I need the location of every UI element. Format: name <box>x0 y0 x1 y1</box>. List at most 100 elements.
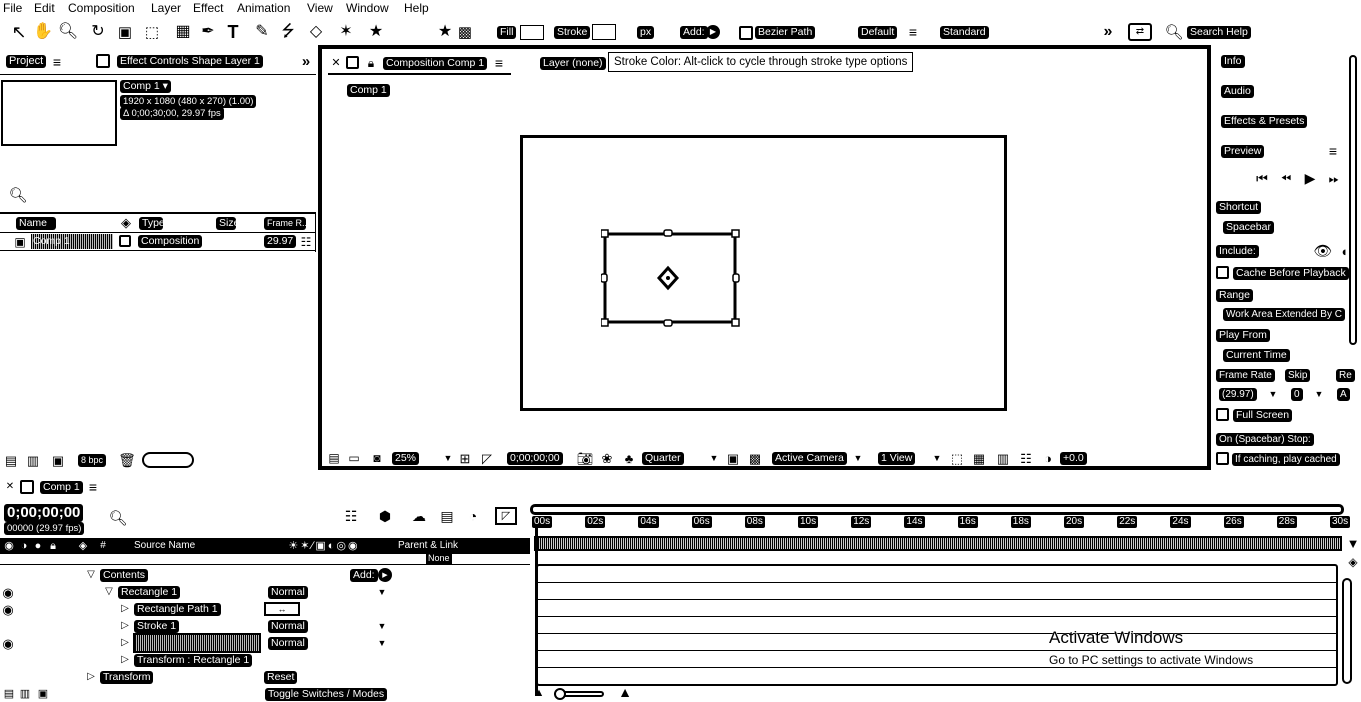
info-panel-tab[interactable]: Info <box>1221 55 1245 68</box>
tab-layer[interactable]: Layer (none) <box>540 57 606 70</box>
bezier-checkbox-icon[interactable] <box>739 26 753 40</box>
menu-help[interactable]: Help <box>404 1 429 15</box>
label-column-icon[interactable]: ◈ <box>76 539 90 553</box>
reset-exposure-icon[interactable]: ◑ <box>1040 450 1056 466</box>
transfer-controls-icon[interactable]: ▥ <box>18 687 32 701</box>
twirl-right-icon[interactable]: ▷ <box>118 619 132 633</box>
blend-mode-chevron-icon[interactable]: ▼ <box>376 619 388 633</box>
workspace-menu-icon[interactable]: ≡ <box>905 24 921 40</box>
audio-toggle-icon[interactable]: ◑ <box>17 539 31 553</box>
lock-icon[interactable]: 🔒︎ <box>364 56 378 70</box>
menu-file[interactable]: File <box>3 1 22 15</box>
source-name-column[interactable]: Source Name <box>134 540 195 551</box>
work-area-bar[interactable] <box>530 504 1344 515</box>
hand-tool-icon[interactable]: ✋ <box>33 22 53 42</box>
resolution-dropdown[interactable]: Quarter <box>642 452 684 465</box>
twirl-right-icon[interactable]: ▷ <box>118 602 132 616</box>
search-help-field[interactable]: Search Help <box>1187 26 1251 39</box>
preview-menu-icon[interactable]: ≡ <box>1325 143 1341 159</box>
parent-none-value[interactable]: None <box>426 553 452 564</box>
twirl-down-icon[interactable]: ▽ <box>84 568 98 582</box>
list-item[interactable]: ▽ Contents Add: ▶ <box>0 567 530 583</box>
col-size-header[interactable]: Size <box>216 217 239 230</box>
overflow-icon[interactable]: » <box>1098 23 1118 41</box>
eye-icon[interactable]: ◉ <box>0 585 16 599</box>
pan-behind-tool-icon[interactable]: ⬚ <box>142 22 162 42</box>
color-icon[interactable]: ♣ <box>620 450 638 466</box>
in-out-icon[interactable]: ▣ <box>36 687 50 701</box>
previous-frame-icon[interactable]: ⏪︎ <box>1277 169 1295 187</box>
list-item[interactable]: ▷ Transform Reset <box>0 669 530 685</box>
skip-chevron-icon[interactable]: ▼ <box>1313 387 1325 401</box>
tab-effect-controls[interactable]: Effect Controls Shape Layer 1 <box>117 55 263 68</box>
play-circle-icon[interactable]: ▶ <box>706 25 720 39</box>
contents-add-button[interactable]: Add: <box>350 569 378 582</box>
preview-panel-tab[interactable]: Preview <box>1221 145 1265 158</box>
list-item[interactable]: ◉ ▷ Normal ▼ <box>0 633 530 653</box>
new-comp-icon[interactable]: ▣ <box>48 452 68 468</box>
menu-view[interactable]: View <box>307 1 333 15</box>
clone-stamp-tool-icon[interactable]: ⭍ <box>278 22 298 42</box>
skip-dropdown[interactable]: 0 <box>1291 388 1303 401</box>
rotate-tool-icon[interactable]: ↻ <box>88 22 108 42</box>
interpret-footage-icon[interactable]: ▤ <box>2 452 20 468</box>
solo-toggle-icon[interactable]: ● <box>31 539 45 553</box>
menu-edit[interactable]: Edit <box>34 1 55 15</box>
panel-overflow-icon[interactable]: » <box>298 53 314 69</box>
twirl-right-icon[interactable]: ▷ <box>118 636 132 650</box>
thumbnail-slider[interactable] <box>142 452 194 468</box>
timeline-tab[interactable]: Comp 1 <box>40 481 83 494</box>
stroke-button[interactable]: Stroke <box>554 26 591 39</box>
list-item[interactable]: ▷ Stroke 1 Normal ▼ <box>0 618 530 634</box>
zoom-out-icon[interactable]: ▲ <box>532 686 546 700</box>
effects-presets-panel-tab[interactable]: Effects & Presets <box>1221 115 1308 128</box>
work-area-range[interactable] <box>534 536 1342 551</box>
channel-icon[interactable]: ❀ <box>598 450 616 466</box>
col-framerate-header[interactable]: Frame R... <box>264 217 310 230</box>
layer-number-icon[interactable]: # <box>96 539 110 553</box>
label-color-swatch[interactable] <box>119 235 131 247</box>
always-preview-icon[interactable]: ▤ <box>326 450 342 466</box>
region-of-interest-icon[interactable]: ▣ <box>724 450 742 466</box>
bpc-button[interactable]: 8 bpc <box>78 454 107 467</box>
comp-breadcrumb[interactable]: Comp 1 <box>347 84 390 97</box>
zoom-tool-icon[interactable]: 🔍︎ <box>58 22 78 42</box>
zoom-dropdown[interactable]: 25% <box>392 452 420 465</box>
fill-swatch[interactable] <box>520 25 544 40</box>
toggle-switches-modes-button[interactable]: Toggle Switches / Modes <box>265 688 388 701</box>
snapshot-icon[interactable]: 📷︎ <box>576 450 594 466</box>
brush-tool-icon[interactable]: ✎ <box>252 22 272 42</box>
zoom-chevron-icon[interactable]: ▼ <box>442 451 454 465</box>
frame-blending-icon[interactable]: ▤ <box>436 507 458 525</box>
safe-margins-icon[interactable]: ⊞ <box>456 450 474 466</box>
play-from-dropdown[interactable]: Current Time <box>1223 349 1290 362</box>
menu-animation[interactable]: Animation <box>237 1 290 15</box>
lock-toggle-icon[interactable]: 🔒︎ <box>46 539 60 553</box>
full-screen-checkbox[interactable] <box>1216 408 1229 421</box>
fill-button[interactable]: Fill <box>497 26 517 39</box>
mask-visibility-icon[interactable]: ◸ <box>478 450 496 466</box>
twirl-right-icon[interactable]: ▷ <box>118 653 132 667</box>
cache-before-playback-checkbox[interactable] <box>1216 266 1229 279</box>
exposure-value[interactable]: +0.0 <box>1060 452 1087 465</box>
comp-timecode[interactable]: 0;00;00;00 <box>507 452 563 465</box>
rectangle-tool-icon[interactable]: ▦ <box>172 22 194 42</box>
selection-tool-icon[interactable]: ↖ <box>10 22 28 42</box>
twirl-down-icon[interactable]: ▽ <box>102 585 116 599</box>
zoom-in-icon[interactable]: ▲ <box>614 684 636 700</box>
timeline-menu-icon[interactable]: ≡ <box>86 480 100 494</box>
list-item[interactable]: ◉ ▽ Rectangle 1 Normal ▼ <box>0 584 530 600</box>
add-button[interactable]: Add: <box>680 26 708 39</box>
first-frame-icon[interactable]: ⏮︎ <box>1253 169 1271 187</box>
new-folder-icon[interactable]: ▥ <box>24 452 42 468</box>
current-time-display[interactable]: 0;00;00;00 <box>4 504 84 522</box>
puppet-tool-icon[interactable]: ★ <box>365 22 387 42</box>
effect-controls-lock-icon[interactable] <box>96 54 110 68</box>
star-icon[interactable]: ★ <box>436 22 454 42</box>
flowchart-icon[interactable]: ☷ <box>1017 450 1035 466</box>
selected-item-name[interactable] <box>133 633 261 653</box>
timeline-scrollbar[interactable] <box>1342 578 1352 684</box>
blend-mode-dropdown[interactable]: Normal <box>268 586 308 599</box>
workspace-standard[interactable]: Standard <box>940 26 989 39</box>
path-direction-icon[interactable]: ↔ <box>264 602 300 616</box>
